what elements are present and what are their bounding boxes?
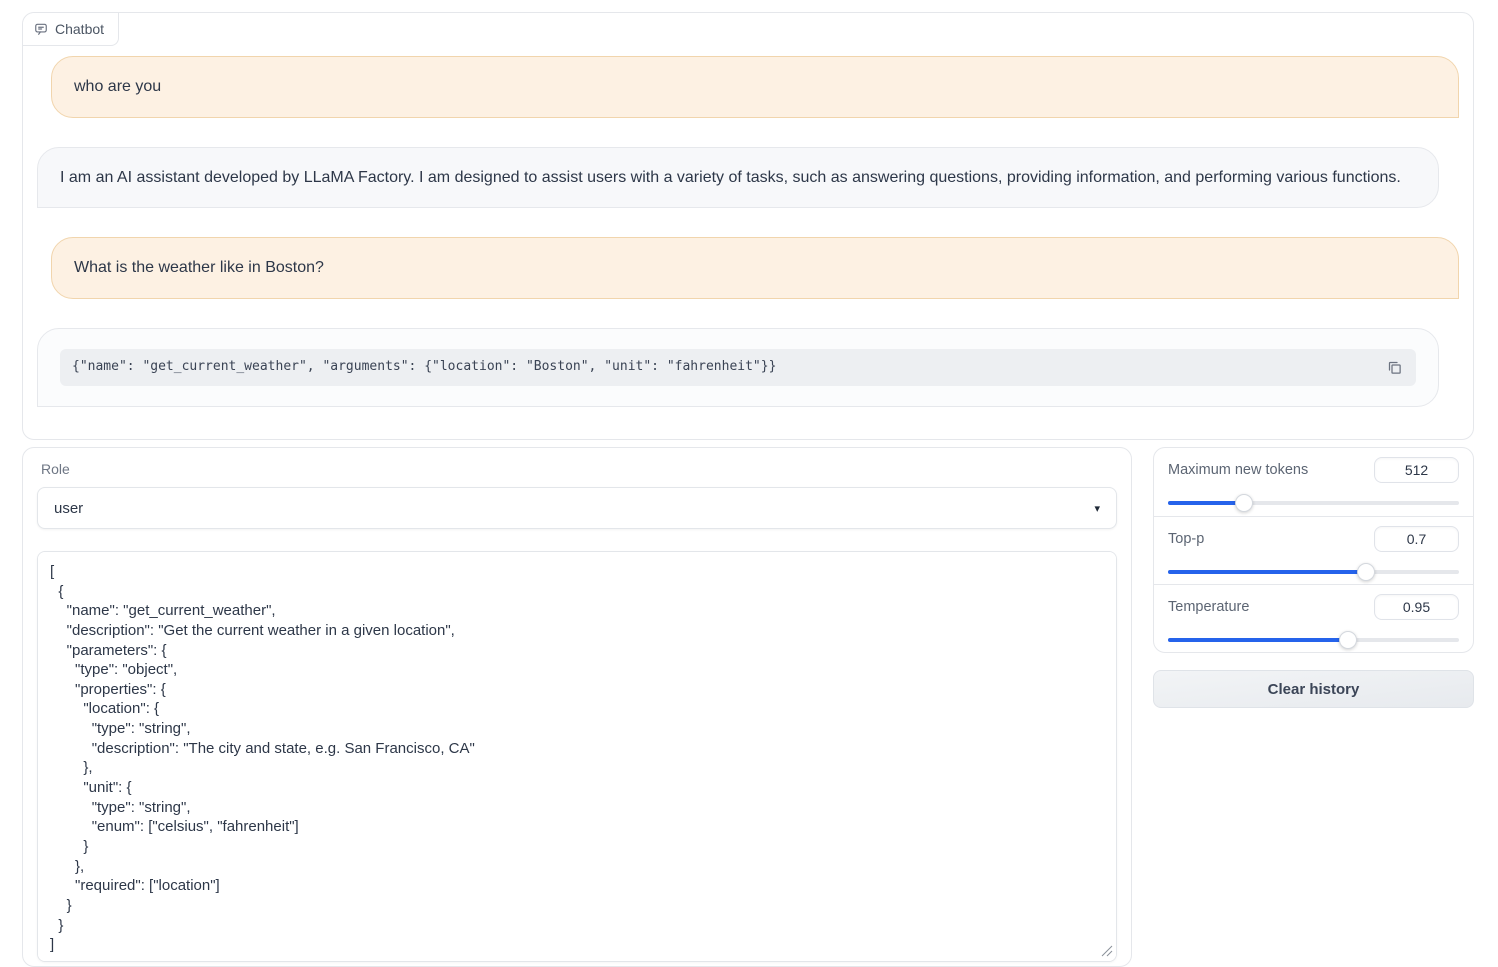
chevron-down-icon: ▾ [1094,502,1100,515]
slider-thumb[interactable] [1357,563,1375,581]
slider-thumb[interactable] [1235,494,1253,512]
top-p-label: Top-p [1168,531,1204,547]
generation-params-panel: Maximum new tokens Top-p Temperature Clear… [1153,447,1474,708]
tools-input[interactable]: [ { "name": "get_current_weather", "desc… [37,551,1117,962]
temperature-input[interactable] [1374,594,1459,620]
clear-history-button[interactable]: Clear history [1153,670,1474,708]
user-message: who are you [51,56,1459,118]
slider-thumb[interactable] [1339,631,1357,649]
top-p-row: Top-p [1154,516,1473,584]
copy-button[interactable] [1383,356,1406,379]
chat-bubble-icon [34,22,48,36]
temperature-row: Temperature [1154,584,1473,652]
temperature-label: Temperature [1168,599,1249,615]
bot-message: {"name": "get_current_weather", "argumen… [37,328,1439,407]
code-block: {"name": "get_current_weather", "argumen… [60,349,1416,386]
role-dropdown-value: user [54,500,83,517]
user-message: What is the weather like in Boston? [51,237,1459,299]
top-p-input[interactable] [1374,526,1459,552]
slider-fill [1168,570,1366,574]
maximum-new-tokens-input[interactable] [1374,457,1459,483]
maximum-new-tokens-row: Maximum new tokens [1154,448,1473,516]
top-p-slider[interactable] [1168,563,1459,581]
role-label: Role [41,461,1117,477]
chatbot-label: Chatbot [23,13,119,46]
slider-fill [1168,501,1244,505]
copy-icon [1387,360,1402,375]
chatbot-panel: Chatbot who are you I am an AI assistant … [22,12,1474,440]
maximum-new-tokens-slider[interactable] [1168,494,1459,512]
maximum-new-tokens-label: Maximum new tokens [1168,462,1308,478]
input-panel: Role user ▾ [ { "name": "get_current_wea… [22,447,1132,967]
bot-message: I am an AI assistant developed by LLaMA … [37,147,1439,209]
tools-field-wrap: [ { "name": "get_current_weather", "desc… [37,551,1117,962]
chatbot-label-text: Chatbot [55,21,104,37]
chat-message-list: who are you I am an AI assistant develope… [23,13,1473,439]
code-text: {"name": "get_current_weather", "argumen… [72,357,1383,378]
slider-group: Maximum new tokens Top-p Temperature [1153,447,1474,653]
role-dropdown[interactable]: user ▾ [37,487,1117,529]
slider-fill [1168,638,1348,642]
temperature-slider[interactable] [1168,631,1459,649]
